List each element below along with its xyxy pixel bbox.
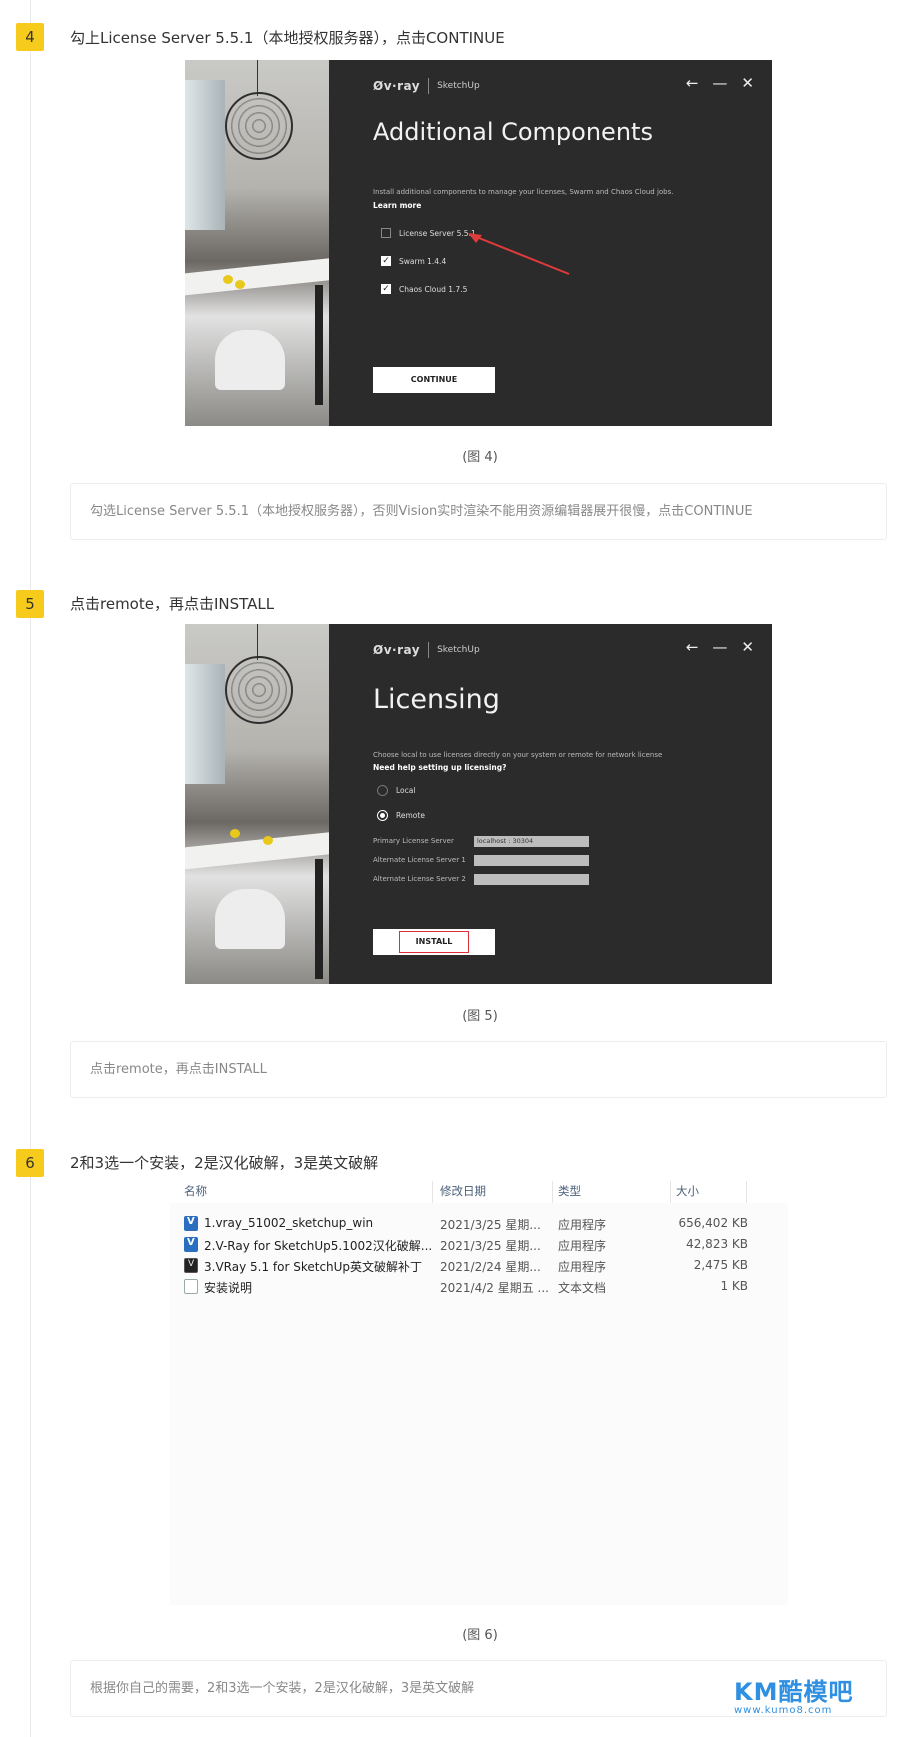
vray-sketchup-logo: Øv·ray SketchUp [373,642,480,658]
install-button[interactable]: INSTALL [373,929,495,955]
timeline-line [30,0,31,1737]
licensing-help-link[interactable]: Need help setting up licensing? [373,763,506,772]
primary-server-input[interactable]: localhost : 30304 [474,836,589,847]
minimize-icon[interactable]: — [712,638,727,656]
back-arrow-icon[interactable]: ← [686,638,699,656]
installer-panel: Øv·ray SketchUp ← — ✕ Additional Componen… [329,60,772,426]
option-license-server[interactable]: License Server 5.5.1 [381,228,476,238]
components-heading: Additional Components [373,118,653,146]
close-icon[interactable]: ✕ [741,638,754,656]
vray-installer-icon [184,1237,198,1252]
licensing-heading: Licensing [373,684,500,715]
radio-unselected[interactable] [377,785,388,796]
file-row[interactable]: 安装说明 2021/4/2 星期五 ... 文本文档 1 KB [184,1277,748,1297]
pendant-lamp [225,656,293,724]
licensing-description: Choose local to use licenses directly on… [373,751,663,759]
step-5-badge: 5 [16,590,44,618]
installer-panel: Øv·ray SketchUp ← — ✕ Licensing Choose lo… [329,624,772,984]
explorer-header: 名称 修改日期 类型 大小 [170,1181,788,1203]
alt-server-1-label: Alternate License Server 1 [373,856,466,864]
option-swarm[interactable]: ✓ Swarm 1.4.4 [381,256,446,266]
column-date[interactable]: 修改日期 [440,1183,486,1199]
column-name[interactable]: 名称 [184,1183,207,1199]
step-4-note: 勾选License Server 5.5.1（本地授权服务器），否则Vision… [70,483,887,540]
step-4-title: 勾上License Server 5.5.1（本地授权服务器），点击CONTIN… [70,29,505,47]
figure-6-caption: (图 6) [462,1628,498,1643]
text-file-icon [184,1279,198,1294]
step-5-title: 点击remote，再点击INSTALL [70,595,275,613]
file-row[interactable]: 3.VRay 5.1 for SketchUp英文破解补丁 2021/2/24 … [184,1256,748,1276]
file-explorer-screenshot: 名称 修改日期 类型 大小 1.vray_51002_sketchup_win … [170,1181,788,1605]
back-arrow-icon[interactable]: ← [686,74,699,92]
column-size[interactable]: 大小 [676,1183,699,1199]
red-arrow-annotation [468,233,570,275]
step-5-note: 点击remote，再点击INSTALL [70,1041,887,1098]
checkbox-checked[interactable]: ✓ [381,284,391,294]
interior-photo [185,624,345,984]
checkbox-checked[interactable]: ✓ [381,256,391,266]
step-6-badge: 6 [16,1149,44,1177]
licensing-screenshot: Øv·ray SketchUp ← — ✕ Licensing Choose lo… [185,624,772,984]
checkbox-unchecked[interactable] [381,228,391,238]
learn-more-link[interactable]: Learn more [373,201,421,210]
file-row[interactable]: 2.V-Ray for SketchUp5.1002汉化破解... 2021/3… [184,1235,748,1255]
primary-server-label: Primary License Server [373,837,454,845]
figure-4-caption: (图 4) [462,450,498,465]
option-local[interactable]: Local [377,785,415,796]
pendant-lamp [225,92,293,160]
step-6-title: 2和3选一个安装，2是汉化破解，3是英文破解 [70,1154,379,1172]
figure-5-caption: (图 5) [462,1009,498,1024]
patch-icon [184,1258,198,1273]
components-description: Install additional components to manage … [373,188,674,196]
additional-components-screenshot: Øv·ray SketchUp ← — ✕ Additional Componen… [185,60,772,426]
step-4-badge: 4 [16,23,44,51]
option-remote[interactable]: Remote [377,810,425,821]
radio-selected[interactable] [377,810,388,821]
vray-installer-icon [184,1216,198,1231]
close-icon[interactable]: ✕ [741,74,754,92]
install-highlight-box: INSTALL [399,931,469,953]
kumo8-watermark-logo: KM酷模吧 www.kumo8.com [734,1678,854,1716]
alt-server-2-input[interactable] [474,874,589,885]
continue-button[interactable]: CONTINUE [373,367,495,393]
minimize-icon[interactable]: — [712,74,727,92]
column-type[interactable]: 类型 [558,1183,581,1199]
vray-sketchup-logo: Øv·ray SketchUp [373,78,480,94]
alt-server-2-label: Alternate License Server 2 [373,875,466,883]
option-chaos-cloud[interactable]: ✓ Chaos Cloud 1.7.5 [381,284,467,294]
alt-server-1-input[interactable] [474,855,589,866]
interior-photo [185,60,345,426]
file-row[interactable]: 1.vray_51002_sketchup_win 2021/3/25 星期..… [184,1214,748,1234]
